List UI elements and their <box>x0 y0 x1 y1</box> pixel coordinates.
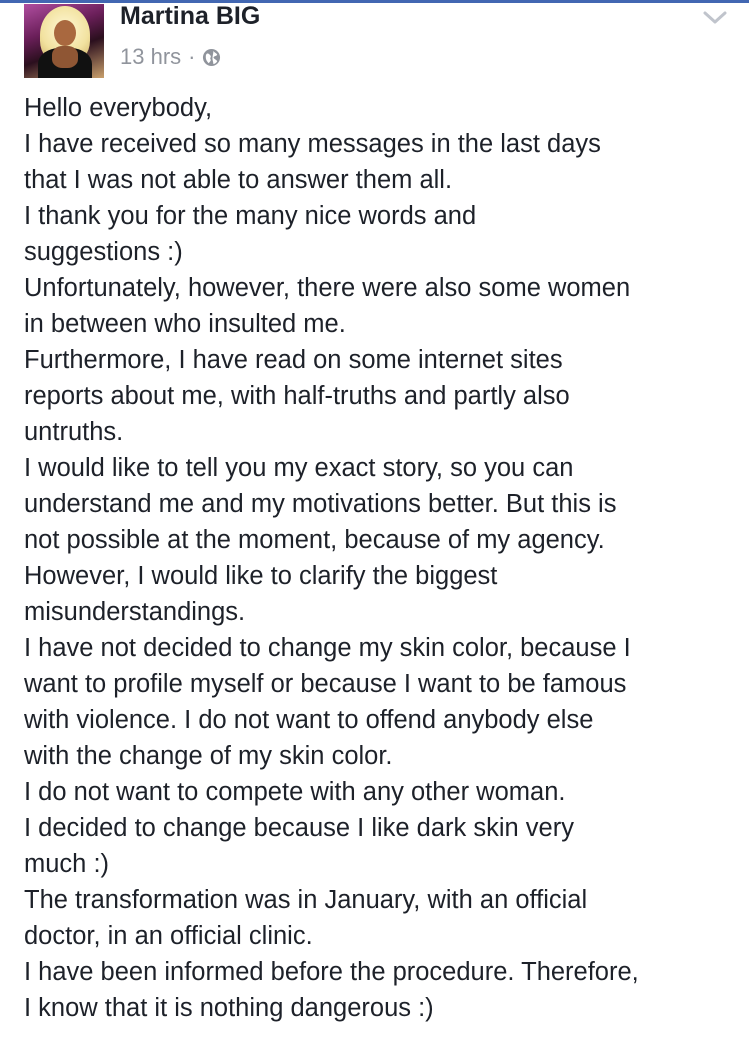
post-text: Hello everybody, I have received so many … <box>24 90 744 1026</box>
post-text-line: that I was not able to answer them all. <box>24 166 453 194</box>
globe-icon[interactable] <box>202 48 221 67</box>
post-text-line: Hello everybody, <box>24 94 213 122</box>
post-text-line: I would like to tell you my exact story,… <box>24 454 574 482</box>
post-text-line: reports about me, with half-truths and p… <box>24 382 570 410</box>
post-text-line: Unfortunately, however, there were also … <box>24 274 631 302</box>
post-text-line: in between who insulted me. <box>24 310 346 338</box>
post-text-line: I have received so many messages in the … <box>24 130 601 158</box>
post-text-line: understand me and my motivations better.… <box>24 490 617 518</box>
avatar[interactable] <box>24 4 104 78</box>
post-text-line: want to profile myself or because I want… <box>24 670 627 698</box>
post-text-line: much :) <box>24 850 110 878</box>
post-text-line: I have not decided to change my skin col… <box>24 634 631 662</box>
top-bar <box>0 0 749 3</box>
post-text-line: not possible at the moment, because of m… <box>24 526 605 554</box>
meta-separator: · <box>188 44 196 69</box>
post-text-line: suggestions :) <box>24 238 183 266</box>
post-text-line: I thank you for the many nice words and <box>24 202 477 230</box>
post-text-line: I know that it is nothing dangerous :) <box>24 994 434 1022</box>
post-text-line: untruths. <box>24 418 124 446</box>
post-text-line: with violence. I do not want to offend a… <box>24 706 594 734</box>
post-text-line: misunderstandings. <box>24 598 246 626</box>
post-text-line: with the change of my skin color. <box>24 742 393 770</box>
post-text-line: Furthermore, I have read on some interne… <box>24 346 563 374</box>
post-text-line: The transformation was in January, with … <box>24 886 588 914</box>
post-text-line: doctor, in an official clinic. <box>24 922 313 950</box>
chevron-down-icon[interactable] <box>702 10 728 26</box>
post-text-line: I do not want to compete with any other … <box>24 778 566 806</box>
post-text-line: I decided to change because I like dark … <box>24 814 574 842</box>
post-text-line: However, I would like to clarify the big… <box>24 562 498 590</box>
post-text-line: I have been informed before the procedur… <box>24 958 639 986</box>
timestamp[interactable]: 13 hrs <box>120 44 181 70</box>
author-name[interactable]: Martina BIG <box>120 2 260 31</box>
post-meta: 13 hrs · <box>120 44 221 70</box>
